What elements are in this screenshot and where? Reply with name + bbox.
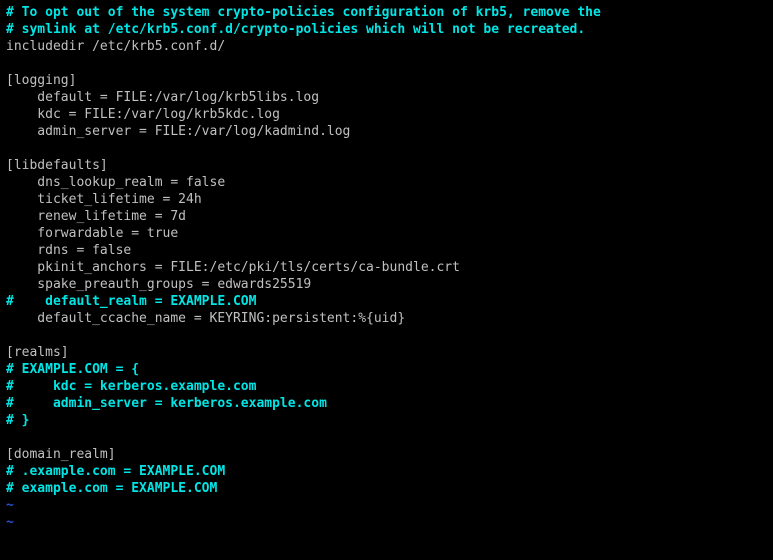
config-line: # To opt out of the system crypto-polici… xyxy=(6,5,601,20)
config-line: # default_realm = EXAMPLE.COM xyxy=(6,294,256,309)
config-line: [logging] xyxy=(6,73,76,88)
config-line: ticket_lifetime = 24h xyxy=(6,192,202,207)
config-line: rdns = false xyxy=(6,243,131,258)
config-line: spake_preauth_groups = edwards25519 xyxy=(6,277,311,292)
config-line: dns_lookup_realm = false xyxy=(6,175,225,190)
config-line: [domain_realm] xyxy=(6,447,116,462)
config-line: # } xyxy=(6,413,29,428)
editor-end-marker: ~ xyxy=(6,498,14,513)
config-line: # kdc = kerberos.example.com xyxy=(6,379,256,394)
config-line: default = FILE:/var/log/krb5libs.log xyxy=(6,90,319,105)
terminal-editor[interactable]: # To opt out of the system crypto-polici… xyxy=(0,0,773,535)
config-line: forwardable = true xyxy=(6,226,178,241)
config-line: renew_lifetime = 7d xyxy=(6,209,186,224)
config-line: # admin_server = kerberos.example.com xyxy=(6,396,327,411)
config-line: # EXAMPLE.COM = { xyxy=(6,362,139,377)
config-line: # .example.com = EXAMPLE.COM xyxy=(6,464,225,479)
config-line: pkinit_anchors = FILE:/etc/pki/tls/certs… xyxy=(6,260,460,275)
config-line: # example.com = EXAMPLE.COM xyxy=(6,481,217,496)
config-line: default_ccache_name = KEYRING:persistent… xyxy=(6,311,405,326)
config-line: [realms] xyxy=(6,345,69,360)
config-line: # symlink at /etc/krb5.conf.d/crypto-pol… xyxy=(6,22,585,37)
editor-end-marker: ~ xyxy=(6,515,14,530)
config-line: includedir /etc/krb5.conf.d/ xyxy=(6,39,225,54)
config-line: admin_server = FILE:/var/log/kadmind.log xyxy=(6,124,350,139)
config-line: kdc = FILE:/var/log/krb5kdc.log xyxy=(6,107,280,122)
config-line: [libdefaults] xyxy=(6,158,108,173)
